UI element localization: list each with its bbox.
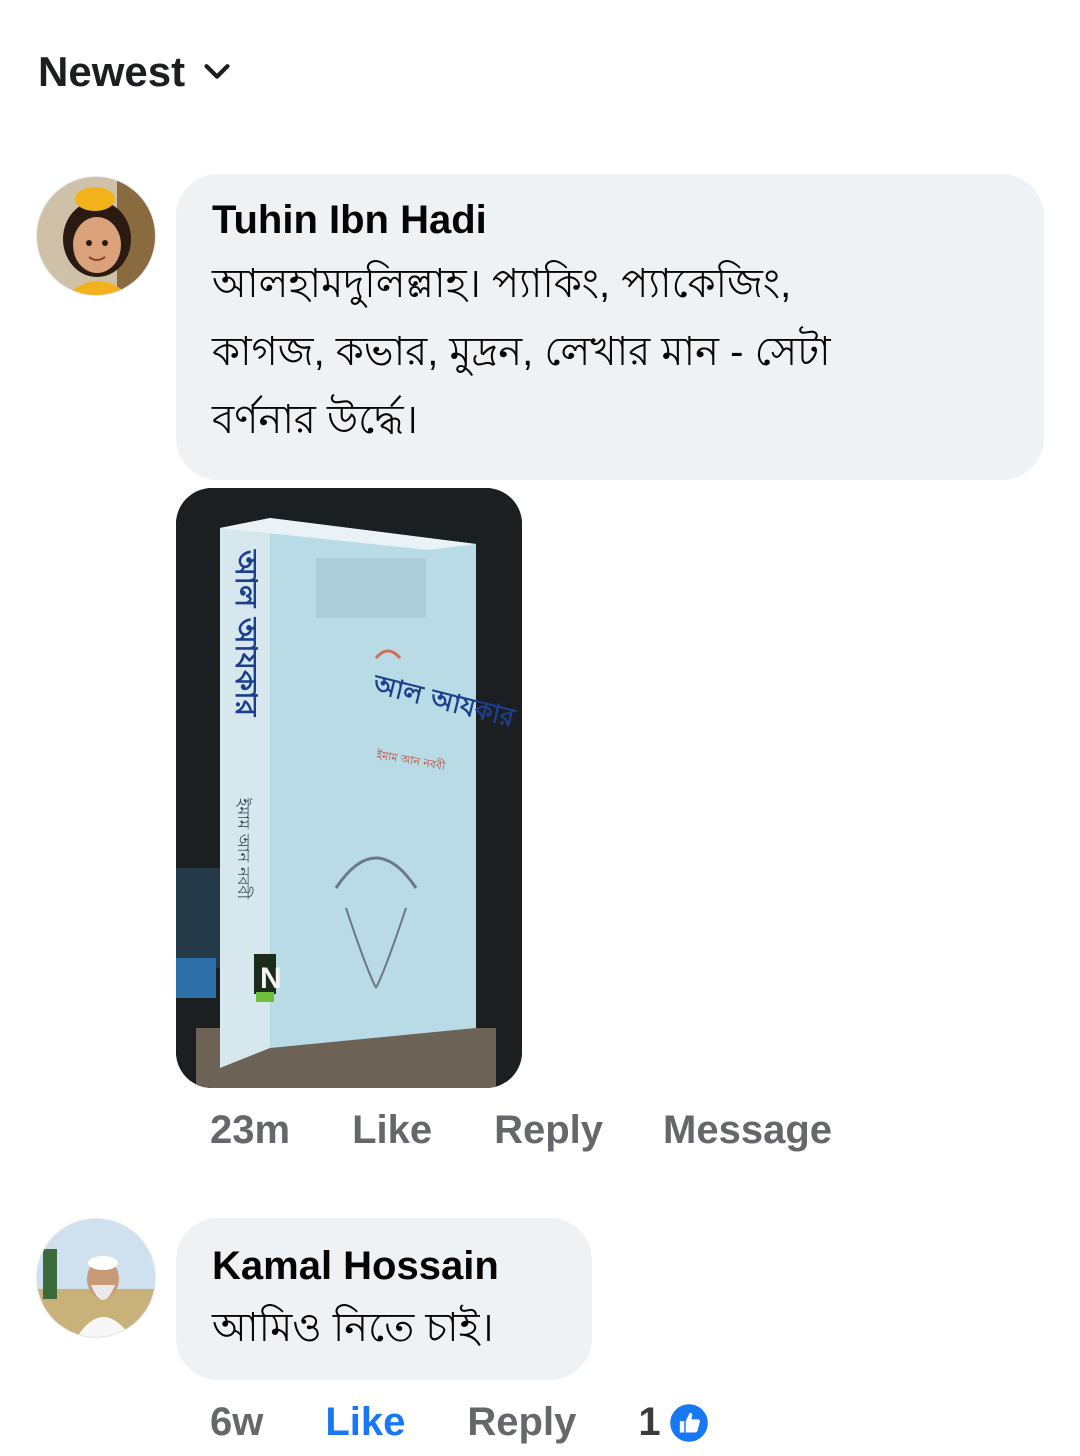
comment-attachment-photo[interactable]: আল আযকার ইমাম আন নববী N আল আযকার ইমাম আন… [176,488,522,1088]
message-button[interactable]: Message [663,1108,832,1153]
avatar-photo [37,1219,155,1337]
avatar-photo [37,177,155,295]
avatar[interactable] [36,176,156,296]
comment-actions: 23m Like Reply Message [210,1108,832,1153]
sort-label: Newest [38,48,186,95]
comment-text: আলহামদুলিল্লাহ। প্যাকিং, প্যাকেজিং, কাগজ… [212,250,1008,454]
reaction-count: 1 [638,1400,661,1444]
comment-timestamp[interactable]: 6w [210,1400,263,1445]
avatar[interactable] [36,1218,156,1338]
book-photo: আল আযকার ইমাম আন নববী N আল আযকার ইমাম আন… [176,488,522,1088]
comment-bubble: Tuhin Ibn Hadi আলহামদুলিল্লাহ। প্যাকিং, … [176,174,1044,480]
thumbs-up-icon [667,1400,711,1445]
comment-text-line: আলহামদুলিল্লাহ। প্যাকিং, প্যাকেজিং, [212,262,792,306]
like-button[interactable]: Like [352,1108,432,1153]
comment-timestamp[interactable]: 23m [210,1108,290,1153]
book-spine-title: আল আযকার [228,549,263,718]
comment-text-line: বর্ণনার উর্দ্ধে। [212,398,418,442]
comment-text: আমিও নিতে চাই। [212,1294,556,1362]
comment-text-line: আমিও নিতে চাই। [212,1306,494,1350]
book-spine-author: ইমাম আন নববী [234,797,253,899]
reply-button[interactable]: Reply [467,1400,576,1445]
publisher-logo: N [260,962,282,995]
like-button[interactable]: Like [325,1400,405,1445]
comment-bubble: Kamal Hossain আমিও নিতে চাই। [176,1218,592,1380]
chevron-down-icon [204,64,230,79]
comment-author[interactable]: Kamal Hossain [212,1242,556,1290]
reaction-summary[interactable]: 1 [638,1400,711,1445]
sort-dropdown[interactable]: Newest [38,48,231,96]
comment-author[interactable]: Tuhin Ibn Hadi [212,196,1008,244]
comment-text-line: কাগজ, কভার, মুদ্রন, লেখার মান - সেটা [212,330,831,374]
reply-button[interactable]: Reply [494,1108,603,1153]
comment-actions: 6w Like Reply 1 [210,1400,711,1445]
